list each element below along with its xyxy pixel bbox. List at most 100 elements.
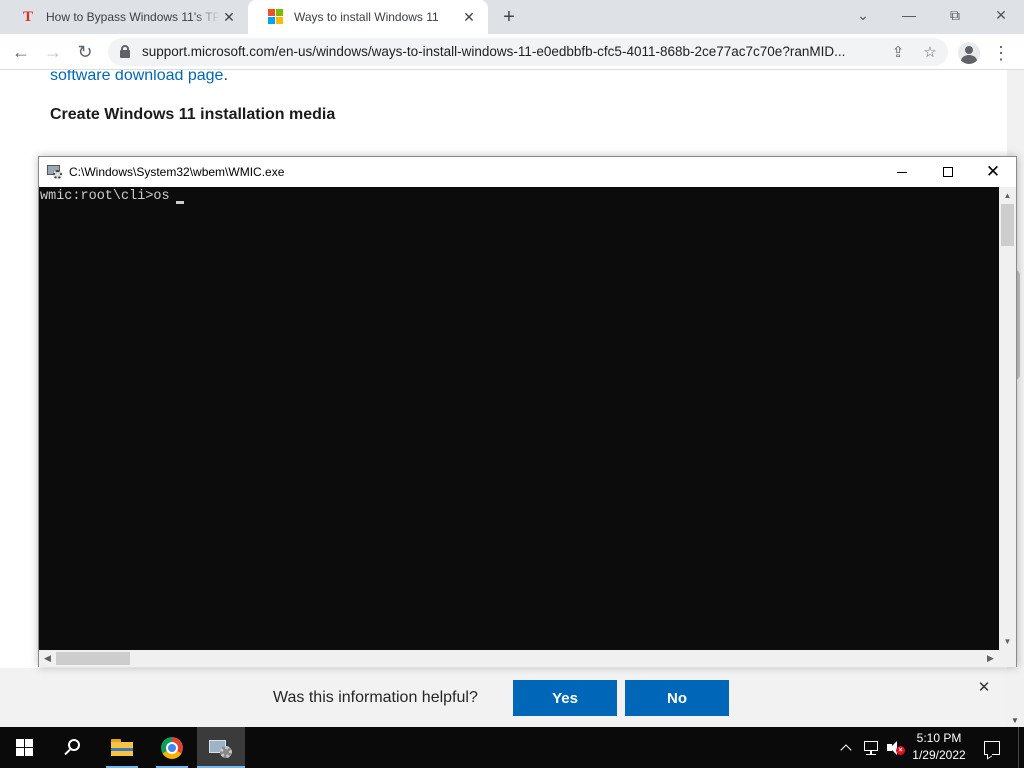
taskbar-search-button[interactable] — [48, 727, 96, 768]
scroll-down-arrow-icon[interactable]: ▼ — [999, 633, 1016, 650]
horizontal-scroll-thumb[interactable] — [56, 652, 130, 665]
mute-badge: × — [896, 745, 905, 755]
network-icon — [862, 740, 880, 756]
tab-title: How to Bypass Windows 11's TPM — [46, 10, 220, 24]
console-vertical-scrollbar[interactable]: ▲ ▼ — [999, 187, 1016, 650]
forward-button[interactable]: → — [40, 39, 66, 65]
tab-title: Ways to install Windows 11 — [294, 10, 439, 24]
logo-pane — [24, 739, 33, 747]
chrome-icon — [161, 736, 183, 759]
feedback-yes-button[interactable]: Yes — [513, 680, 617, 716]
wmic-app-icon — [47, 165, 63, 179]
chrome-core — [168, 743, 176, 752]
folder-icon — [111, 739, 133, 756]
tab-search-icon[interactable]: ⌄ — [840, 0, 886, 30]
avatar-shoulders — [961, 55, 977, 64]
notification-tail — [987, 751, 992, 759]
folder-band — [111, 748, 133, 751]
vertical-scroll-thumb[interactable] — [1001, 204, 1014, 246]
tab-ways-to-install-windows-11[interactable]: Ways to install Windows 11 ✕ — [248, 0, 488, 34]
bookmark-star-icon[interactable]: ☆ — [920, 42, 940, 62]
action-center-button[interactable] — [980, 727, 1004, 768]
url-text[interactable]: support.microsoft.com/en-us/windows/ways… — [142, 44, 882, 59]
ms-logo-yellow — [276, 17, 283, 24]
windows-taskbar: × 5:10 PM 1/29/2022 — [0, 727, 1024, 768]
notification-icon — [984, 740, 1000, 759]
page-scroll-down-arrow[interactable]: ▼ — [1011, 716, 1019, 725]
microsoft-logo-icon — [268, 9, 284, 25]
link-suffix: . — [223, 70, 228, 84]
logo-pane — [15, 748, 24, 756]
tab-close-icon[interactable]: ✕ — [220, 8, 238, 26]
browser-toolbar: ← → ↻ support.microsoft.com/en-us/window… — [0, 34, 1024, 70]
browser-restore-button[interactable]: ⧉ — [932, 0, 978, 30]
feedback-close-icon[interactable]: ✕ — [975, 678, 993, 696]
wmic-taskbar-gear — [220, 745, 232, 758]
windows-logo-icon — [15, 739, 33, 756]
text-cursor — [176, 201, 184, 204]
console-prompt-line: wmic:root\cli>os — [40, 189, 178, 204]
scroll-left-arrow-icon[interactable]: ◀ — [39, 650, 56, 667]
browser-menu-icon[interactable]: ⋮ — [990, 42, 1012, 64]
network-tray-button[interactable] — [860, 727, 882, 768]
console-output[interactable]: wmic:root\cli>os — [39, 187, 999, 650]
minimize-icon — [897, 171, 907, 173]
tab-close-icon[interactable]: ✕ — [460, 8, 478, 26]
address-bar[interactable]: support.microsoft.com/en-us/windows/ways… — [108, 38, 948, 66]
network-base — [866, 753, 876, 755]
ms-logo-green — [276, 9, 283, 16]
search-icon — [63, 738, 81, 757]
profile-avatar-icon[interactable] — [958, 42, 980, 64]
console-close-button[interactable]: ✕ — [970, 157, 1016, 187]
feedback-no-button[interactable]: No — [625, 680, 729, 716]
browser-close-button[interactable]: ✕ — [978, 0, 1024, 30]
console-horizontal-scrollbar[interactable]: ◀ ▶ — [39, 650, 999, 667]
close-icon: ✕ — [985, 162, 1001, 181]
wmic-taskbar-icon — [209, 737, 233, 759]
ms-logo-red — [268, 9, 275, 16]
feedback-question: Was this information helpful? — [273, 689, 478, 706]
search-handle — [64, 748, 71, 755]
lock-body — [120, 50, 130, 58]
new-tab-button[interactable]: + — [496, 5, 522, 29]
scroll-right-arrow-icon[interactable]: ▶ — [982, 650, 999, 667]
scroll-up-arrow-icon[interactable]: ▲ — [999, 187, 1016, 204]
reload-button[interactable]: ↻ — [72, 39, 98, 65]
browser-tab-strip: T How to Bypass Windows 11's TPM ✕ Ways … — [0, 0, 1024, 34]
console-minimize-button[interactable] — [879, 157, 925, 187]
show-desktop-button[interactable] — [1018, 727, 1024, 768]
tab-bypass-windows-11[interactable]: T How to Bypass Windows 11's TPM ✕ — [0, 0, 248, 34]
browser-minimize-button[interactable]: — — [886, 0, 932, 30]
section-heading: Create Windows 11 installation media — [50, 106, 336, 123]
chevron-up-icon — [840, 743, 852, 756]
console-title: C:\Windows\System32\wbem\WMIC.exe — [69, 165, 285, 179]
taskbar-chrome[interactable] — [148, 727, 196, 768]
clock-time: 5:10 PM — [916, 731, 962, 745]
share-icon[interactable]: ⇪ — [888, 42, 908, 62]
tab-favicon-icon: T — [22, 8, 33, 25]
software-download-link-line: software download page. — [50, 70, 228, 85]
lock-icon[interactable] — [120, 45, 130, 58]
clock-date: 1/29/2022 — [912, 748, 966, 762]
taskbar-clock[interactable]: 5:10 PM 1/29/2022 — [905, 730, 973, 766]
network-monitor — [864, 740, 878, 751]
logo-pane — [15, 739, 24, 747]
volume-tray-button[interactable]: × — [884, 727, 906, 768]
ms-logo-grid — [268, 9, 283, 24]
taskbar-file-explorer[interactable] — [98, 727, 146, 768]
start-button[interactable] — [0, 727, 48, 768]
show-hidden-icons-button[interactable] — [836, 727, 856, 768]
volume-muted-icon: × — [886, 740, 905, 756]
back-button[interactable]: ← — [8, 39, 34, 65]
taskbar-wmic[interactable] — [197, 727, 245, 768]
maximize-icon — [943, 167, 953, 177]
console-title-bar[interactable]: C:\Windows\System32\wbem\WMIC.exe ✕ — [39, 157, 1016, 187]
ms-logo-blue — [268, 17, 275, 24]
resize-grip[interactable] — [999, 650, 1016, 667]
console-maximize-button[interactable] — [925, 157, 971, 187]
wmic-icon-gear — [53, 170, 62, 179]
logo-pane — [24, 748, 33, 756]
wmic-console-window[interactable]: C:\Windows\System32\wbem\WMIC.exe ✕ wmic… — [38, 156, 1017, 667]
feedback-bar: Was this information helpful? Yes No ✕ — [0, 668, 1007, 727]
software-download-link[interactable]: software download page — [50, 70, 223, 84]
